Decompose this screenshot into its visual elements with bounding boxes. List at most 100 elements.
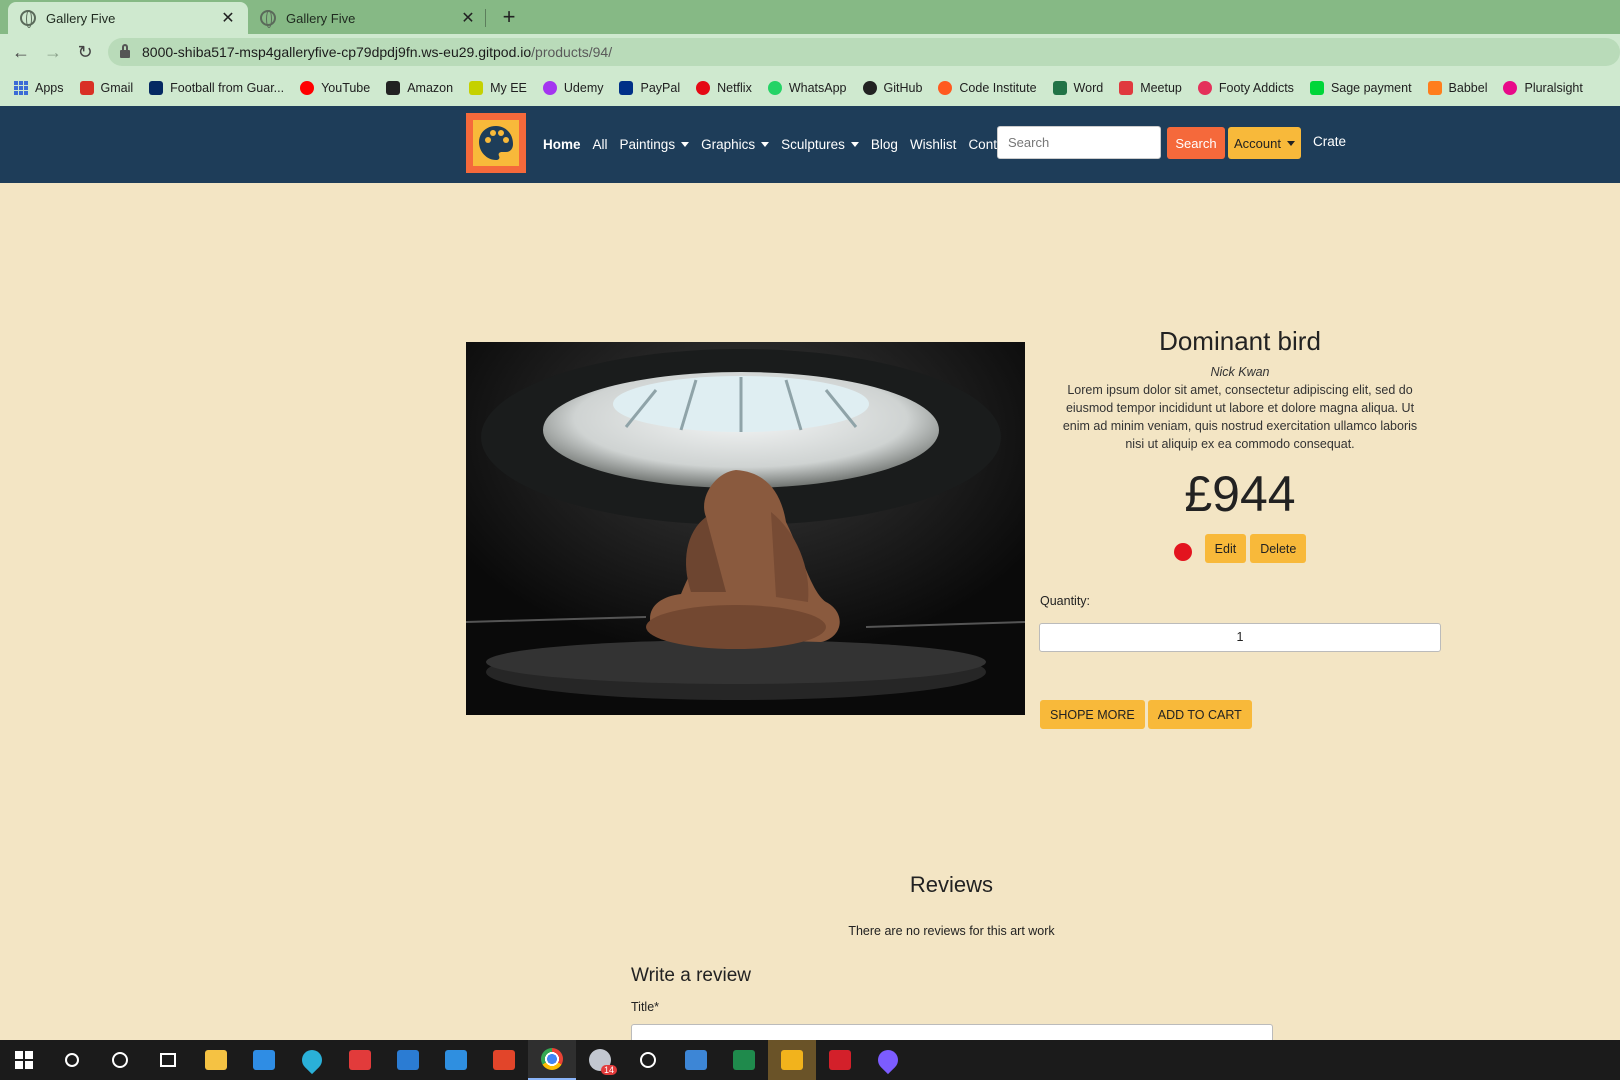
taskbar-item[interactable]	[144, 1040, 192, 1080]
bookmark-item[interactable]: My EE	[469, 81, 527, 95]
review-title-input[interactable]	[631, 1024, 1273, 1040]
back-icon[interactable]: ←	[9, 40, 33, 64]
bookmark-item[interactable]: PayPal	[619, 81, 680, 95]
taskbar-item[interactable]: 14	[576, 1040, 624, 1080]
globe-icon	[260, 10, 276, 28]
browser-tab-bar: Gallery Five ✕ Gallery Five ✕ +	[0, 0, 1620, 34]
bookmark-item[interactable]: Netflix	[696, 81, 752, 95]
site-navbar: Home All Paintings Graphics Sculptures B…	[0, 106, 1620, 183]
taskbar-item[interactable]	[0, 1040, 48, 1080]
taskbar-item[interactable]	[192, 1040, 240, 1080]
taskbar-item[interactable]	[624, 1040, 672, 1080]
caret-down-icon	[1286, 140, 1295, 146]
taskbar-item[interactable]	[288, 1040, 336, 1080]
bookmark-label: Pluralsight	[1524, 81, 1583, 95]
nav-blog[interactable]: Blog	[871, 137, 898, 152]
browser-tab-active[interactable]: Gallery Five ✕	[8, 2, 248, 34]
reload-icon[interactable]: ↻	[73, 40, 97, 64]
bookmark-label: Gmail	[100, 81, 134, 95]
nav-sculptures-dropdown[interactable]: Sculptures	[781, 137, 859, 152]
delete-button[interactable]: Delete	[1250, 534, 1307, 563]
bookmark-label: Amazon	[407, 81, 454, 95]
no-reviews-text: There are no reviews for this art work	[848, 924, 1055, 938]
nav-sculptures-label: Sculptures	[781, 137, 845, 152]
reviews-heading: Reviews	[909, 872, 994, 897]
edit-button[interactable]: Edit	[1204, 534, 1247, 563]
new-tab-icon[interactable]: +	[496, 4, 522, 30]
pluralsight-icon	[1503, 81, 1518, 95]
nav-paintings-label: Paintings	[619, 137, 676, 152]
crate-link[interactable]: Crate	[1313, 134, 1346, 149]
forward-icon[interactable]: →	[41, 40, 65, 64]
paypal-icon	[619, 81, 634, 95]
write-review-heading: Write a review	[631, 965, 752, 986]
bookmark-item[interactable]: WhatsApp	[767, 81, 847, 95]
taskbar-item[interactable]	[480, 1040, 528, 1080]
status-dot-icon	[1173, 542, 1192, 561]
taskbar-item[interactable]	[432, 1040, 480, 1080]
bookmark-label: Babbel	[1448, 81, 1488, 95]
bookmark-item[interactable]: Babbel	[1427, 81, 1488, 95]
bookmark-item[interactable]: Sage payment	[1309, 81, 1412, 95]
address-bar[interactable]: 8000-shiba517-msp4galleryfive-cp79dpdj9f…	[108, 38, 1620, 66]
paint-drop-icon	[873, 1045, 903, 1075]
site-logo[interactable]	[466, 113, 526, 173]
bookmark-item[interactable]: Gmail	[79, 81, 134, 95]
taskbar-item[interactable]	[240, 1040, 288, 1080]
add-to-cart-button[interactable]: ADD TO CART	[1147, 700, 1252, 729]
bookmark-label: GitHub	[883, 81, 923, 95]
nav-graphics-label: Graphics	[701, 137, 756, 152]
bookmark-item[interactable]: Word	[1052, 81, 1103, 95]
file-explorer-icon	[205, 1050, 227, 1070]
taskbar-item[interactable]	[528, 1040, 576, 1080]
taskbar-item[interactable]	[384, 1040, 432, 1080]
nav-all[interactable]: All	[593, 137, 608, 152]
search-input[interactable]	[997, 126, 1161, 159]
mcafee-icon	[829, 1050, 851, 1070]
bookmark-item[interactable]: Amazon	[386, 81, 453, 95]
bookmark-item[interactable]: Pluralsight	[1503, 81, 1583, 95]
browser-toolbar: ← → ↻ 8000-shiba517-msp4galleryfive-cp79…	[0, 34, 1620, 70]
bookmark-item[interactable]: Football from Guar...	[149, 81, 284, 95]
bookmark-item[interactable]: Apps	[14, 81, 64, 95]
product-image	[466, 342, 1025, 715]
bookmark-label: Code Institute	[959, 81, 1037, 95]
taskbar-item[interactable]	[96, 1040, 144, 1080]
taskbar-item[interactable]	[48, 1040, 96, 1080]
tab-separator	[485, 9, 486, 27]
account-dropdown-button[interactable]: Account	[1228, 127, 1301, 159]
browser-tab[interactable]: Gallery Five ✕	[248, 2, 488, 34]
bookmark-item[interactable]: GitHub	[862, 81, 923, 95]
close-icon[interactable]: ✕	[460, 8, 476, 28]
search-button[interactable]: Search	[1167, 127, 1225, 159]
bookmark-item[interactable]: Code Institute	[938, 81, 1037, 95]
bookmark-label: PayPal	[640, 81, 681, 95]
nav-home[interactable]: Home	[543, 137, 581, 152]
bookmark-item[interactable]: Udemy	[542, 81, 603, 95]
bookmark-item[interactable]: YouTube	[300, 81, 370, 95]
bookmark-label: Meetup	[1140, 81, 1182, 95]
product-title: Dominant bird	[1159, 326, 1321, 356]
taskbar-item[interactable]	[720, 1040, 768, 1080]
shop-more-button[interactable]: SHOPE MORE	[1040, 700, 1145, 729]
amazon-icon	[386, 81, 401, 95]
babbel-icon	[1427, 81, 1442, 95]
close-icon[interactable]: ✕	[220, 8, 236, 28]
taskbar-item[interactable]	[816, 1040, 864, 1080]
taskbar-item[interactable]	[336, 1040, 384, 1080]
bookmark-item[interactable]: Footy Addicts	[1197, 81, 1294, 95]
taskbar-item[interactable]	[864, 1040, 912, 1080]
product-info: Dominant bird Nick Kwan Lorem ipsum dolo…	[1040, 326, 1440, 523]
nav-wishlist[interactable]: Wishlist	[910, 137, 957, 152]
guardian-icon	[149, 81, 164, 95]
nav-paintings-dropdown[interactable]: Paintings	[620, 137, 690, 152]
netflix-icon	[696, 81, 711, 95]
bookmark-item[interactable]: Meetup	[1119, 81, 1182, 95]
windows-start-icon	[15, 1051, 33, 1069]
quantity-input[interactable]: 1	[1039, 623, 1441, 652]
quantity-label: Quantity:	[1040, 594, 1091, 608]
taskbar-item[interactable]	[768, 1040, 816, 1080]
nav-graphics-dropdown[interactable]: Graphics	[701, 137, 770, 152]
taskbar-item[interactable]	[672, 1040, 720, 1080]
bookmarks-bar: Apps Gmail Football from Guar... YouTube Ama…	[0, 70, 1620, 106]
